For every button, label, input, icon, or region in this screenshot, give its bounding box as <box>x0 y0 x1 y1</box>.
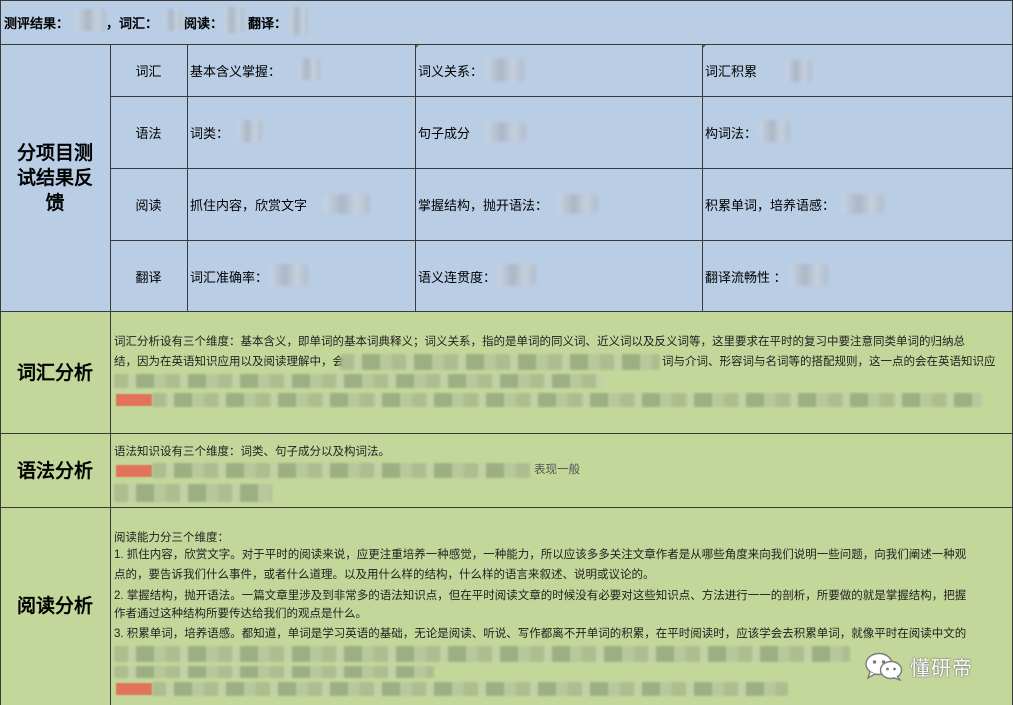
result-summary-bar: 测评结果： ，词汇： 阅读： 翻译： <box>0 0 1013 44</box>
redacted-value <box>298 58 320 80</box>
grammar-analysis-line2-tail: 表现一般 <box>534 464 580 476</box>
reading-analysis-line: 阅读能力分三个维度： <box>114 532 229 544</box>
redacted-text <box>152 393 982 407</box>
grid-line <box>110 240 1013 241</box>
redacted-value <box>324 194 370 214</box>
grid-line <box>0 0 1013 1</box>
grid-line <box>0 44 1013 45</box>
cell-vocab-accumulation: 词汇积累 <box>705 63 758 79</box>
vocab-analysis-line2b: 词与介词、形容词与名词等的搭配规则，这一点的会在英语知识应 <box>662 356 996 368</box>
redacted-value <box>224 7 244 33</box>
cell-translation-fluency: 翻译流畅性 ： <box>705 269 787 285</box>
redacted-value <box>270 264 308 286</box>
cell-word-formation: 构词法： <box>705 125 758 141</box>
reading-analysis-title: 阅读分析 <box>16 596 93 617</box>
result-label: 测评结果： <box>4 16 70 31</box>
watermark: 懂研帝 <box>864 651 973 681</box>
wechat-icon <box>865 652 903 681</box>
redacted-text <box>114 484 272 502</box>
reading-label: 阅读： <box>184 16 224 31</box>
grid-line <box>702 44 703 312</box>
reading-analysis-line: 作者通过这种结构所要传达给我们的观点是什么。 <box>114 608 367 620</box>
cell-grasp-content: 抓住内容，欣赏文字 <box>190 197 308 213</box>
redacted-value <box>486 58 524 82</box>
cell-semantic-coherence: 语义连贯度： <box>418 269 497 285</box>
redacted-text <box>114 374 604 388</box>
redacted-value <box>786 60 812 82</box>
redacted-text <box>152 682 788 696</box>
cell-word-class: 词类： <box>190 125 230 141</box>
redacted-value <box>290 7 308 35</box>
feedback-title-text: 分项目测试结果反馈 <box>16 142 93 214</box>
redacted-value <box>238 120 262 142</box>
redacted-text <box>114 666 434 678</box>
vocab-analysis-section <box>0 312 1013 434</box>
highlight-mark <box>116 394 152 406</box>
redacted-value <box>760 120 790 142</box>
grid-line <box>415 44 416 312</box>
category-vocab: 词汇 <box>135 63 162 79</box>
redacted-value <box>842 194 884 214</box>
redacted-value <box>76 9 106 31</box>
grid-line <box>0 311 1013 312</box>
grid-line <box>110 168 1013 169</box>
watermark-text: 懂研帝 <box>910 657 973 680</box>
grammar-analysis-line1: 语法知识设有三个维度：词类、句子成分以及构词法。 <box>114 446 390 458</box>
grid-line <box>0 507 1013 508</box>
reading-analysis-line: 2. 掌握结构，抛开语法。一篇文章里涉及到非常多的语法知识点，但在平时阅读文章的… <box>114 590 967 602</box>
redacted-value <box>486 122 526 142</box>
grid-line <box>0 0 1 705</box>
redacted-value <box>164 9 182 31</box>
vocab-analysis-line2a: 结，因为在英语知识应用以及阅读理解中，会 <box>114 356 344 368</box>
grammar-analysis-title: 语法分析 <box>16 460 93 482</box>
translation-label: 翻译： <box>248 16 288 31</box>
redacted-value <box>558 194 598 214</box>
feedback-title: 分项目测试结果反馈 <box>0 44 110 312</box>
category-grammar: 语法 <box>135 125 162 141</box>
grid-line <box>110 96 1013 97</box>
redacted-text <box>152 463 530 478</box>
cell-sentence-parts: 句子成分 <box>418 125 471 141</box>
reading-analysis-line: 点的，要告诉我们什么事件，或者什么道理。以及用什么样的结构，什么样的语言来叙述、… <box>114 569 655 581</box>
category-reading: 阅读 <box>135 197 162 213</box>
highlight-mark <box>116 683 152 695</box>
highlight-mark <box>116 465 152 477</box>
redacted-value <box>790 264 828 286</box>
vocab-analysis-title: 词汇分析 <box>16 362 93 384</box>
grid-line <box>110 44 111 705</box>
reading-analysis-line: 1. 抓住内容，欣赏文字。对于平时的阅读来说，应更注重培养一种感觉，一种能力，所… <box>114 549 967 561</box>
redacted-value <box>498 264 536 286</box>
vocab-analysis-line1: 词汇分析设有三个维度：基本含义，即单词的基本词典释义；词义关系，指的是单词的同义… <box>114 336 965 348</box>
category-translation: 翻译 <box>135 269 162 285</box>
redacted-text <box>114 646 850 662</box>
redacted-text <box>340 354 660 370</box>
cell-word-relation: 词义关系： <box>418 63 484 79</box>
vocab-label: ，词汇： <box>106 16 159 31</box>
reading-analysis-line: 3. 积累单词，培养语感。都知道，单词是学习英语的基础，无论是阅读、听说、写作都… <box>114 628 967 640</box>
grid-line <box>0 433 1013 434</box>
grid-line <box>187 44 188 312</box>
